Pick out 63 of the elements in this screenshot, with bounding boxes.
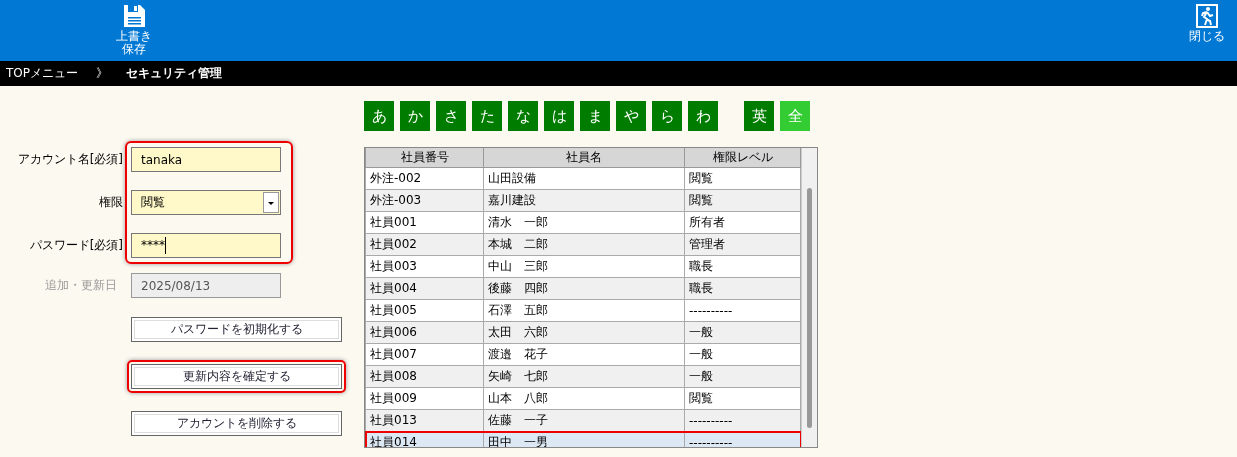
- password-field[interactable]: ****: [131, 233, 281, 258]
- table-cell[interactable]: 渡邉 花子: [483, 343, 685, 366]
- field-label: 追加・更新日: [45, 277, 117, 294]
- filter-tab[interactable]: ま: [580, 101, 610, 131]
- filter-tab[interactable]: は: [544, 101, 574, 131]
- scrollbar[interactable]: [801, 148, 817, 447]
- filter-tab[interactable]: ら: [652, 101, 682, 131]
- breadcrumb-separator: 》: [96, 65, 108, 82]
- table-cell[interactable]: 社員003: [365, 255, 484, 278]
- table-cell[interactable]: 中山 三郎: [483, 255, 685, 278]
- column-header: 社員番号: [365, 148, 484, 168]
- table-cell[interactable]: 職長: [684, 255, 801, 278]
- action-button[interactable]: 更新内容を確定する: [131, 364, 342, 389]
- table-cell[interactable]: 社員006: [365, 321, 484, 344]
- filter-tab[interactable]: や: [616, 101, 646, 131]
- running-person-icon: [1196, 4, 1218, 28]
- table-cell[interactable]: 佐藤 一子: [483, 409, 685, 432]
- column-header: 社員名: [483, 148, 685, 168]
- table-cell[interactable]: 社員001: [365, 211, 484, 234]
- filter-tab[interactable]: 英: [744, 101, 774, 131]
- table-cell[interactable]: ----------: [684, 431, 801, 447]
- breadcrumb-current: セキュリティ管理: [126, 65, 222, 82]
- table-cell[interactable]: 閲覧: [684, 387, 801, 410]
- table-cell[interactable]: 山本 八郎: [483, 387, 685, 410]
- table-cell[interactable]: 矢崎 七郎: [483, 365, 685, 388]
- field-label: 権限: [99, 194, 123, 211]
- account-field[interactable]: tanaka: [131, 147, 281, 172]
- table-cell[interactable]: 山田設備: [483, 167, 685, 190]
- table-cell[interactable]: 外注-003: [365, 189, 484, 212]
- table-cell[interactable]: 一般: [684, 343, 801, 366]
- filter-tab[interactable]: わ: [688, 101, 718, 131]
- filter-tab[interactable]: あ: [364, 101, 394, 131]
- table-cell[interactable]: 嘉川建設: [483, 189, 685, 212]
- table-cell[interactable]: 社員007: [365, 343, 484, 366]
- table-cell[interactable]: 本城 二郎: [483, 233, 685, 256]
- table-cell[interactable]: 社員013: [365, 409, 484, 432]
- table-cell[interactable]: 社員005: [365, 299, 484, 322]
- table-cell[interactable]: 所有者: [684, 211, 801, 234]
- breadcrumb-link[interactable]: TOPメニュー: [6, 65, 78, 82]
- table-cell[interactable]: 社員008: [365, 365, 484, 388]
- table-cell[interactable]: 社員002: [365, 233, 484, 256]
- table-cell[interactable]: ----------: [684, 299, 801, 322]
- filter-tab[interactable]: た: [472, 101, 502, 131]
- table-cell[interactable]: 清水 一郎: [483, 211, 685, 234]
- filter-tab[interactable]: な: [508, 101, 538, 131]
- table-cell[interactable]: 外注-002: [365, 167, 484, 190]
- table-cell[interactable]: 石澤 五郎: [483, 299, 685, 322]
- save-button[interactable]: 上書き保存: [116, 0, 152, 61]
- filter-tab[interactable]: か: [400, 101, 430, 131]
- table-cell[interactable]: 後藤 四郎: [483, 277, 685, 300]
- field-label: アカウント名[必須]: [17, 151, 123, 168]
- column-header: 権限レベル: [684, 148, 801, 168]
- close-button[interactable]: 閉じる: [1189, 0, 1225, 61]
- field-label: パスワード[必須]: [29, 237, 123, 254]
- filter-tab[interactable]: さ: [436, 101, 466, 131]
- action-button[interactable]: アカウントを削除する: [131, 411, 342, 436]
- action-button[interactable]: パスワードを初期化する: [131, 317, 342, 342]
- table-cell[interactable]: 太田 六郎: [483, 321, 685, 344]
- table-cell[interactable]: 社員004: [365, 277, 484, 300]
- table-cell[interactable]: 社員009: [365, 387, 484, 410]
- table-cell[interactable]: 閲覧: [684, 167, 801, 190]
- table-cell[interactable]: 田中 一男: [483, 431, 685, 447]
- permission-dropdown[interactable]: 閲覧: [131, 190, 281, 215]
